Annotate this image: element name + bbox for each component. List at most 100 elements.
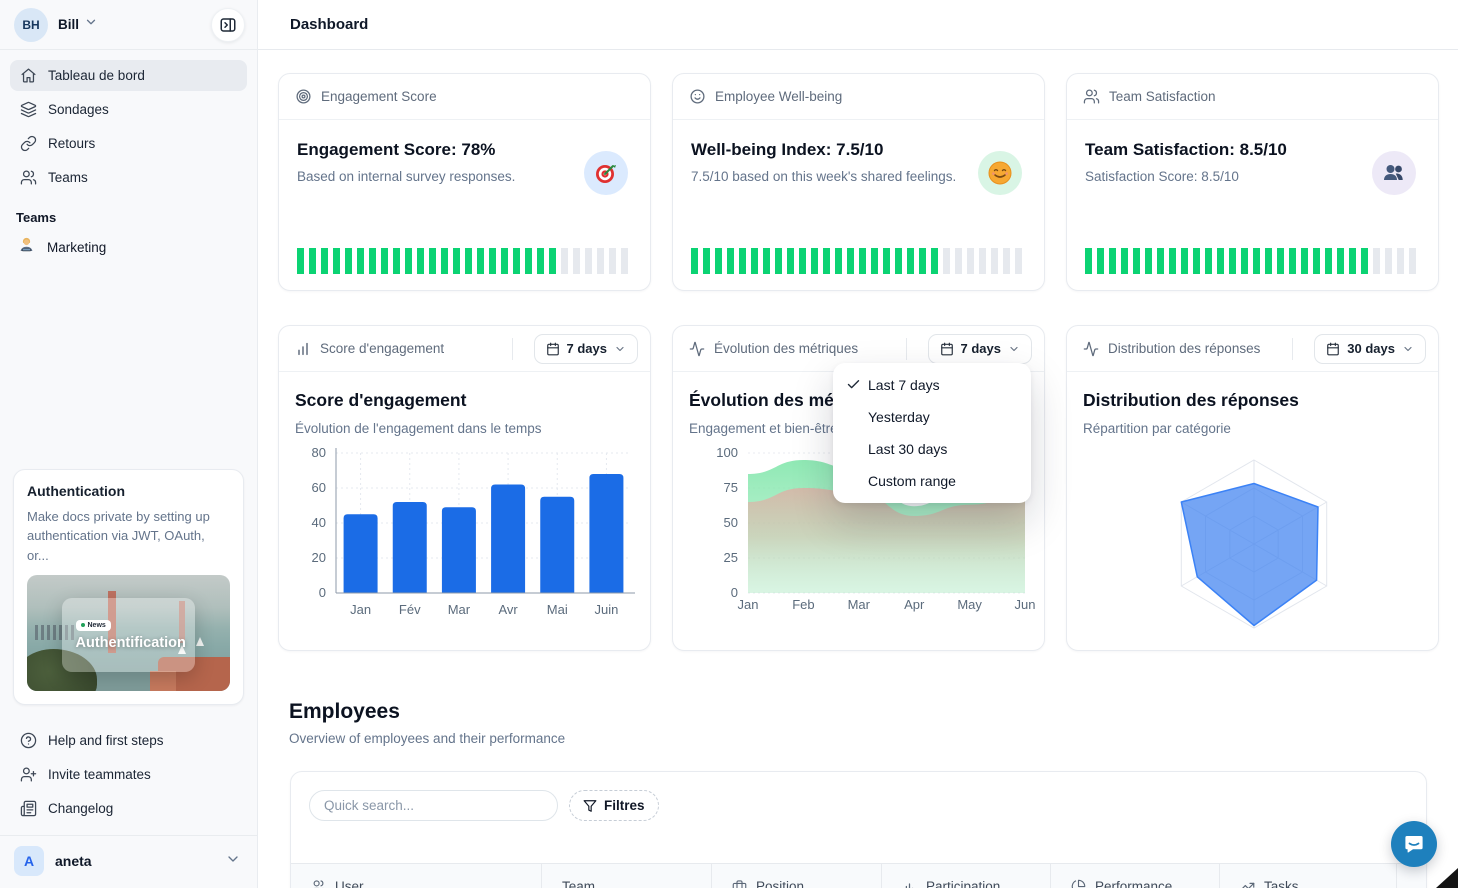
card-header-label: Distribution des réponses (1108, 341, 1260, 356)
sidebar-item-label: Tableau de bord (48, 68, 145, 83)
employees-header: Employees Overview of employees and thei… (278, 700, 1439, 746)
svg-text:Mar: Mar (848, 597, 871, 612)
chevron-down-icon (225, 851, 241, 872)
sidebar-item-invite[interactable]: Invite teammates (10, 759, 247, 790)
mouse-cursor (1436, 866, 1458, 888)
topbar: Dashboard (258, 0, 1458, 50)
activity-icon (1083, 341, 1099, 357)
sidebar-item-label: Changelog (48, 801, 113, 816)
calendar-icon (940, 342, 954, 356)
svg-text:100: 100 (716, 445, 738, 460)
table-header-row: User Team Position Participation (291, 863, 1426, 888)
employees-table-card: Filtres User Team Position (290, 771, 1427, 888)
svg-text:50: 50 (724, 515, 738, 530)
search-input[interactable] (309, 790, 558, 821)
check-icon (846, 377, 861, 392)
date-range-button[interactable]: 30 days (1314, 334, 1426, 364)
link-icon (20, 135, 37, 152)
user-name[interactable]: Bill (58, 17, 79, 32)
chevron-down-icon (1008, 343, 1020, 355)
users-icon (1083, 88, 1100, 105)
chat-widget-button[interactable] (1391, 821, 1437, 867)
sidebar-item-dashboard[interactable]: Tableau de bord (10, 60, 247, 91)
users-icon (311, 879, 326, 888)
briefcase-icon (732, 879, 747, 888)
column-header-team[interactable]: Team (541, 864, 711, 888)
card-header-label: Engagement Score (321, 89, 437, 104)
section-title: Employees (289, 700, 1439, 724)
target-emoji (584, 151, 628, 195)
progress-bar (691, 248, 1026, 274)
dropdown-item-yesterday[interactable]: Yesterday (833, 401, 1031, 433)
column-header-extra (1396, 864, 1426, 888)
busts-emoji (1372, 151, 1416, 195)
sidebar-header: BH Bill (0, 0, 257, 50)
avatar[interactable]: BH (14, 8, 48, 42)
page-title: Dashboard (290, 16, 368, 33)
panel-collapse-icon[interactable] (211, 8, 245, 42)
progress-bar (297, 248, 632, 274)
sidebar: BH Bill Tableau de bord Sondages Retours (0, 0, 258, 888)
sidebar-item-changelog[interactable]: Changelog (10, 793, 247, 824)
funnel-icon (583, 799, 597, 813)
column-header-tasks[interactable]: Tasks (1219, 864, 1396, 888)
card-header-label: Évolution des métriques (714, 341, 858, 356)
sidebar-item-help[interactable]: Help and first steps (10, 725, 247, 756)
sidebar-item-label: Teams (48, 170, 88, 185)
svg-text:Fév: Fév (399, 602, 421, 617)
chevron-down-icon (614, 343, 626, 355)
filters-button[interactable]: Filtres (569, 790, 659, 821)
svg-text:Feb: Feb (792, 597, 814, 612)
column-header-position[interactable]: Position (711, 864, 881, 888)
svg-text:80: 80 (312, 445, 326, 460)
news-badge: News (76, 620, 111, 631)
dropdown-item-last-30-days[interactable]: Last 30 days (833, 433, 1031, 465)
sidebar-item-feedback[interactable]: Retours (10, 128, 247, 159)
svg-text:Mai: Mai (547, 602, 568, 617)
user-plus-icon (20, 766, 37, 783)
svg-text:60: 60 (312, 480, 326, 495)
svg-text:0: 0 (319, 585, 326, 600)
date-range-button[interactable]: 7 days (534, 334, 638, 364)
chart-subtitle: Évolution de l'engagement dans le temps (295, 421, 632, 436)
table-toolbar: Filtres (291, 772, 1426, 821)
workspace-switcher[interactable]: A aneta (0, 836, 257, 888)
column-header-performance[interactable]: Performance (1050, 864, 1219, 888)
sidebar-item-surveys[interactable]: Sondages (10, 94, 247, 125)
responses-radar-chart (1067, 372, 1439, 651)
svg-text:Jun: Jun (1015, 597, 1036, 612)
technologist-emoji (18, 237, 35, 257)
help-circle-icon (20, 732, 37, 749)
chevron-down-icon[interactable] (84, 15, 98, 34)
card-header-label: Score d'engagement (320, 341, 444, 356)
sidebar-item-label: Sondages (48, 102, 109, 117)
date-range-button[interactable]: 7 days (928, 334, 1032, 364)
dropdown-item-custom-range[interactable]: Custom range (833, 465, 1031, 497)
svg-text:Avr: Avr (498, 602, 518, 617)
promo-card-authentication[interactable]: Authentication Make docs private by sett… (13, 469, 244, 706)
card-header-label: Employee Well-being (715, 89, 842, 104)
column-header-user[interactable]: User (291, 864, 541, 888)
promo-image[interactable]: News Authentification (27, 575, 230, 691)
engagement-score-card: Engagement Score Engagement Score: 78% B… (278, 73, 651, 291)
column-chart-icon (902, 879, 917, 888)
stat-subtext: 7.5/10 based on this week's shared feeli… (691, 169, 1026, 184)
progress-fill (1085, 248, 1370, 274)
sidebar-item-label: Invite teammates (48, 767, 151, 782)
svg-text:Mar: Mar (448, 602, 471, 617)
date-range-dropdown: Last 7 days Yesterday Last 30 days Custo… (833, 363, 1031, 503)
sidebar-item-label: Retours (48, 136, 95, 151)
workspace-name: aneta (55, 853, 92, 869)
team-satisfaction-card: Team Satisfaction Team Satisfaction: 8.5… (1066, 73, 1439, 291)
stat-subtext: Based on internal survey responses. (297, 169, 632, 184)
promo-image-overlay: News Authentification (62, 598, 196, 672)
sidebar-item-teams[interactable]: Teams (10, 162, 247, 193)
progress-fill (691, 248, 942, 274)
dropdown-item-last-7-days[interactable]: Last 7 days (833, 369, 1031, 401)
sidebar-team-marketing[interactable]: Marketing (0, 231, 257, 263)
column-chart-icon (295, 341, 311, 357)
teams-section-label: Teams (0, 196, 257, 231)
column-header-participation[interactable]: Participation (881, 864, 1050, 888)
workspace-avatar: A (14, 846, 44, 876)
stats-row: Engagement Score Engagement Score: 78% B… (278, 73, 1439, 291)
